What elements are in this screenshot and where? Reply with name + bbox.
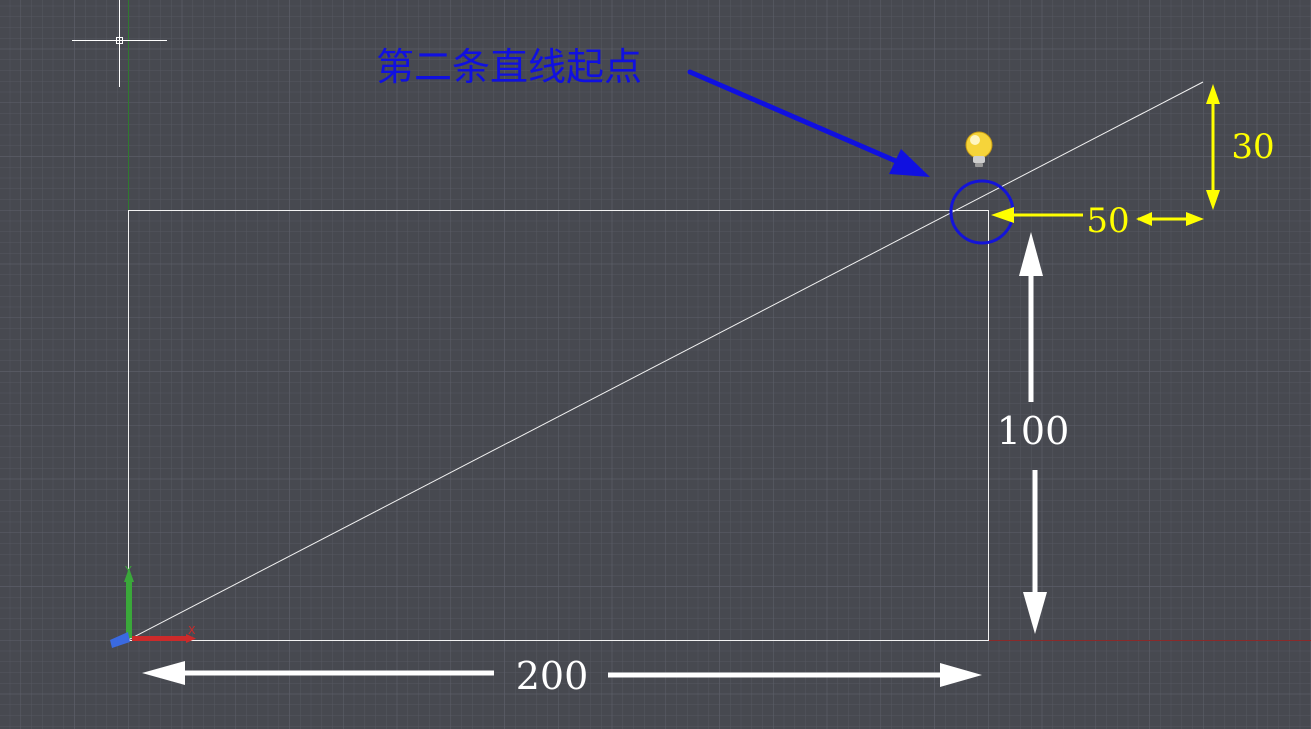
dimension-50-label: 50 bbox=[1086, 201, 1129, 241]
ucs-x-label: X bbox=[188, 624, 196, 637]
annotation-title: 第二条直线起点 bbox=[376, 45, 642, 89]
dimension-30-label: 30 bbox=[1231, 127, 1274, 167]
dimension-200-label: 200 bbox=[516, 654, 589, 698]
grid-major bbox=[0, 0, 1311, 729]
drawing-svg[interactable]: Y X 第二条直线起点 200 100 50 30 bbox=[0, 0, 1311, 729]
cad-drawing-canvas[interactable]: Y X 第二条直线起点 200 100 50 30 bbox=[0, 0, 1311, 729]
ucs-y-label: Y bbox=[124, 564, 132, 577]
dimension-100-label: 100 bbox=[997, 409, 1070, 453]
